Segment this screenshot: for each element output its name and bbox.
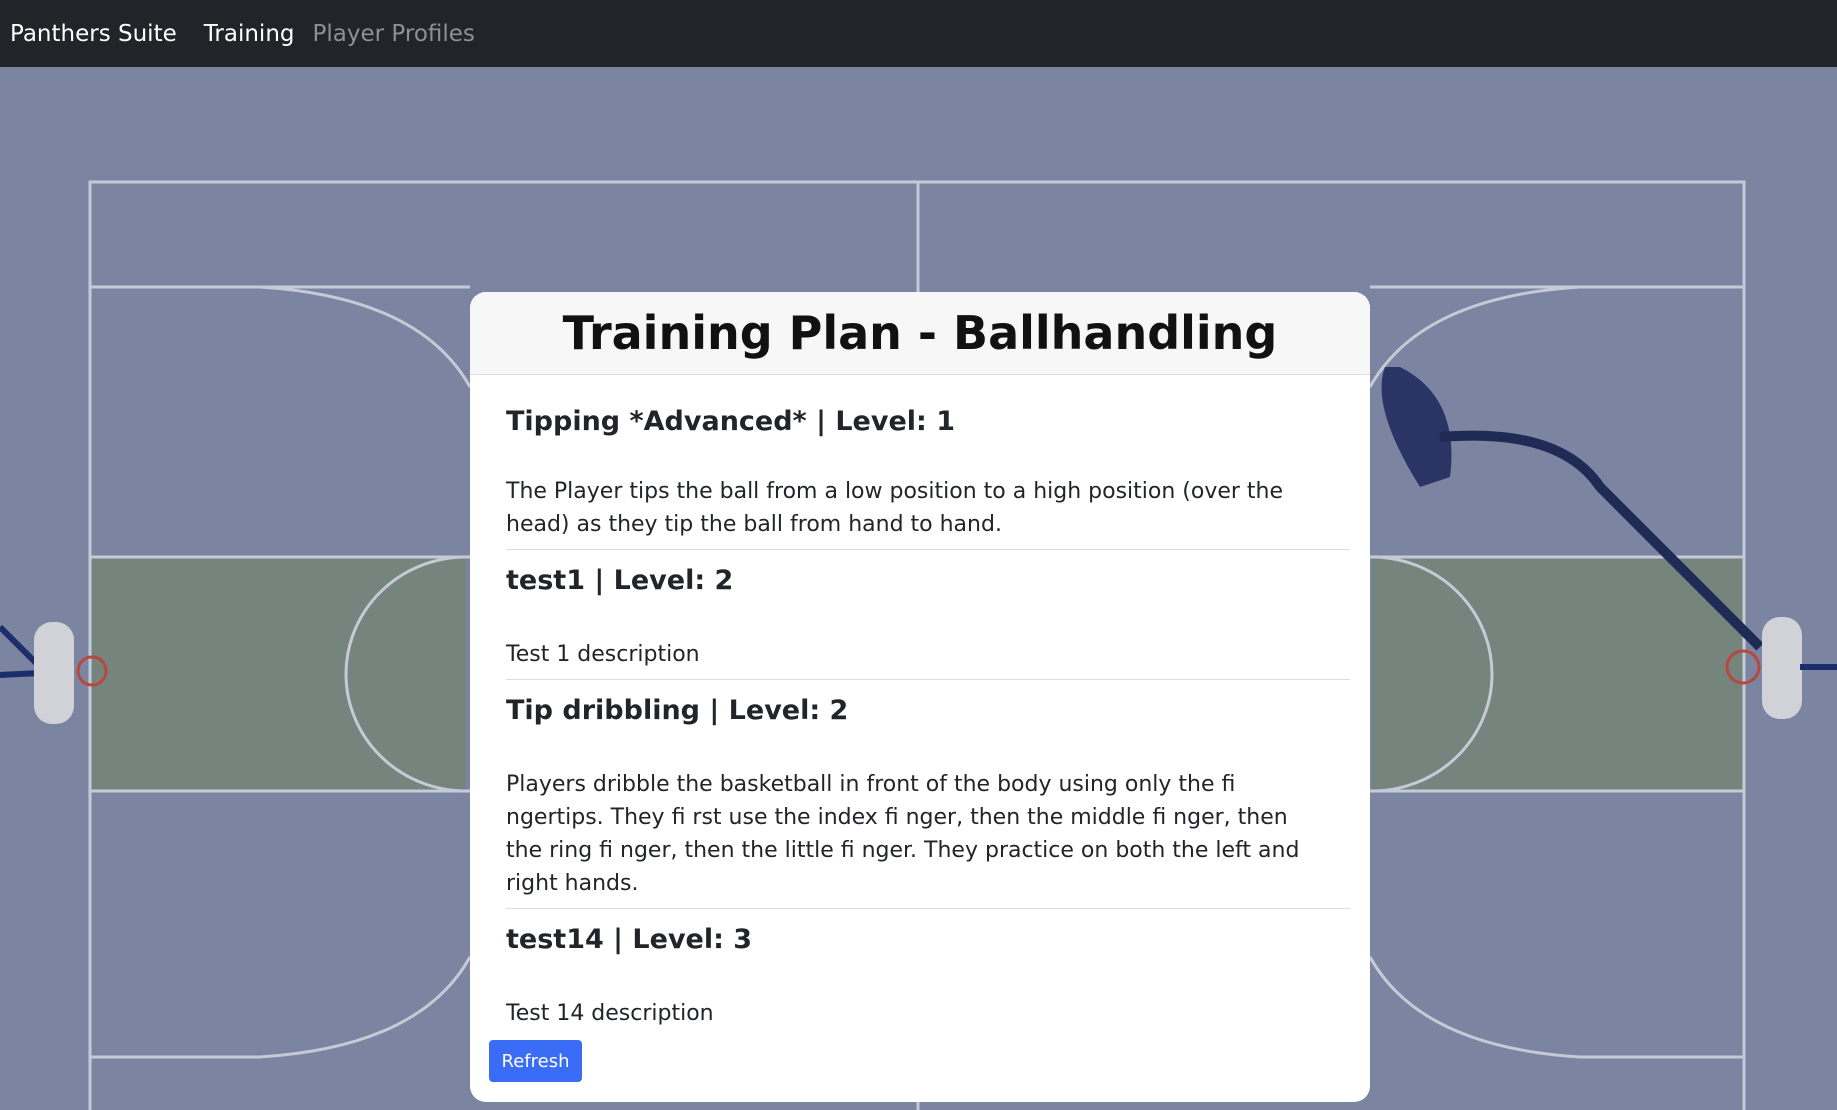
training-plan-card: Training Plan - Ballhandling Tipping *Ad… bbox=[470, 292, 1370, 1102]
drill-title: test14 | Level: 3 bbox=[506, 924, 753, 955]
nav-link-training[interactable]: Training bbox=[204, 21, 295, 47]
drill-title: Tip dribbling | Level: 2 bbox=[506, 695, 849, 726]
drill-title: test1 | Level: 2 bbox=[506, 565, 734, 596]
list-item: test14 | Level: 3 Test 14 description bbox=[506, 909, 1350, 1038]
list-item: test1 | Level: 2 Test 1 description bbox=[506, 550, 1350, 680]
drill-list: Tipping *Advanced* | Level: 1 The Player… bbox=[470, 375, 1370, 1038]
refresh-button[interactable]: Refresh bbox=[489, 1040, 582, 1082]
top-navbar: Panthers Suite Training Player Profiles bbox=[0, 0, 1837, 67]
drill-description: Test 1 description bbox=[506, 642, 700, 667]
page-title: Training Plan - Ballhandling bbox=[562, 306, 1278, 360]
nav-link-player-profiles[interactable]: Player Profiles bbox=[313, 21, 475, 47]
drill-description: The Player tips the ball from a low posi… bbox=[506, 479, 1284, 537]
drill-description: Test 14 description bbox=[506, 1001, 714, 1026]
list-item: Tip dribbling | Level: 2 Players dribble… bbox=[506, 680, 1350, 909]
list-item: Tipping *Advanced* | Level: 1 The Player… bbox=[506, 375, 1350, 550]
brand-link[interactable]: Panthers Suite bbox=[10, 21, 177, 47]
drill-description: Players dribble the basketball in front … bbox=[506, 772, 1300, 896]
drill-title: Tipping *Advanced* | Level: 1 bbox=[506, 406, 956, 437]
card-header: Training Plan - Ballhandling bbox=[470, 292, 1370, 375]
